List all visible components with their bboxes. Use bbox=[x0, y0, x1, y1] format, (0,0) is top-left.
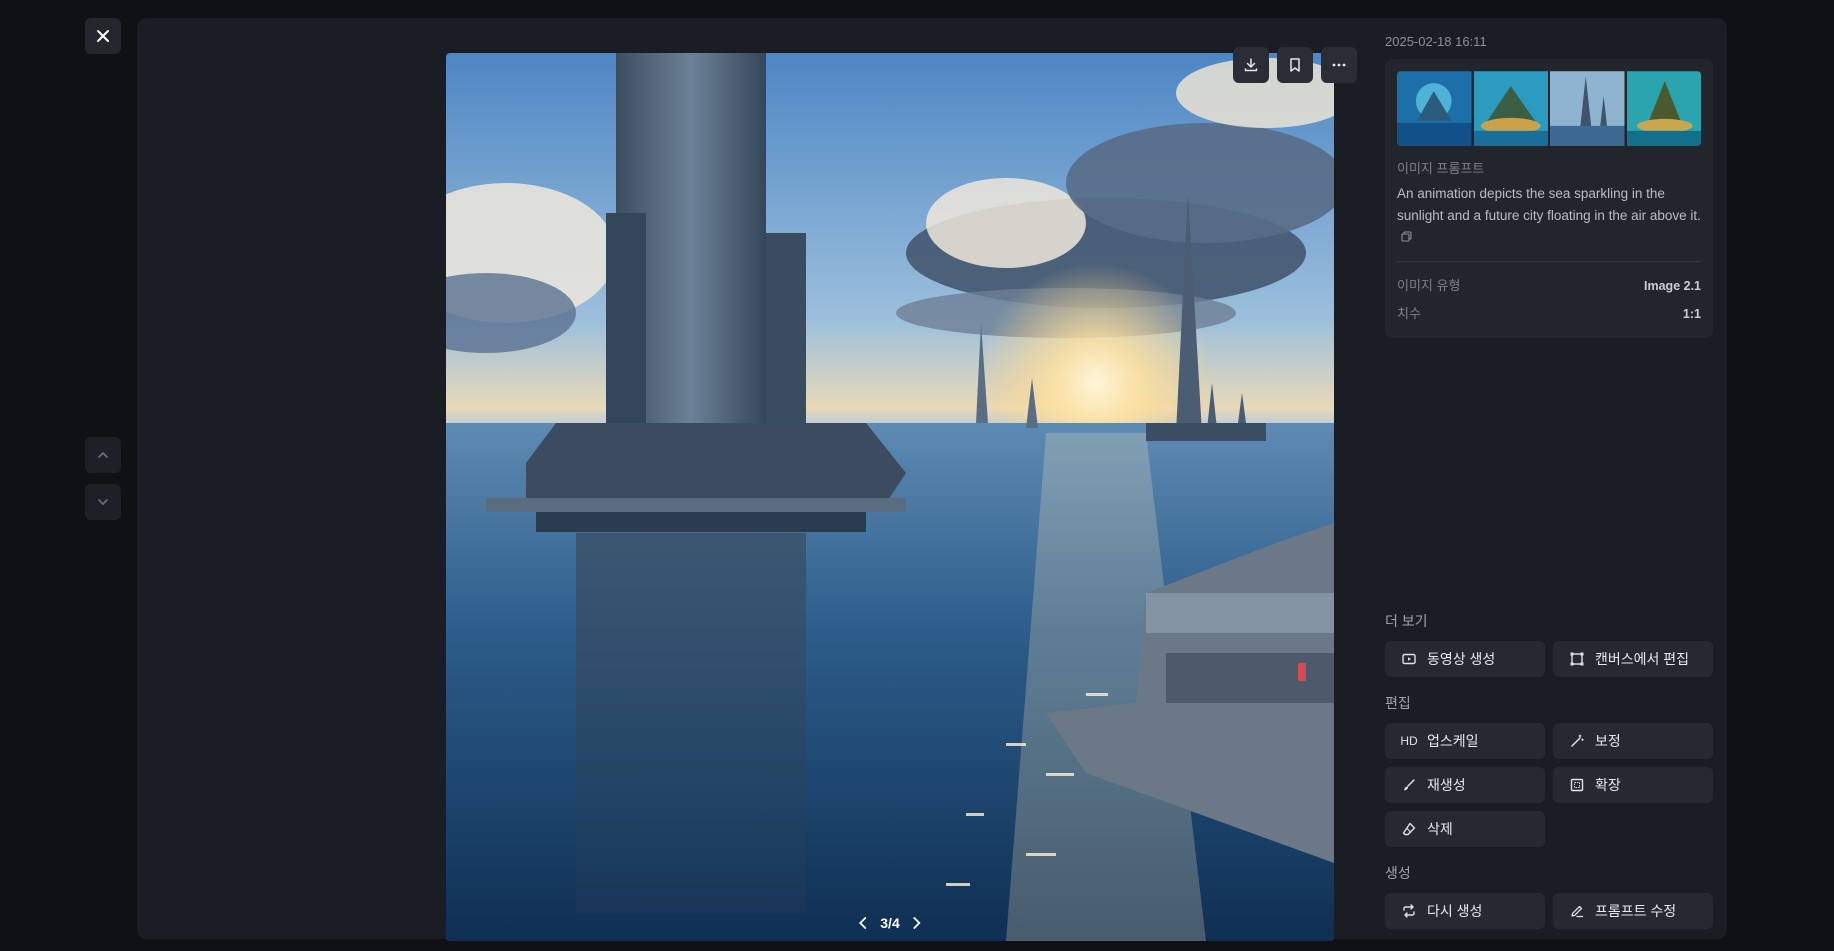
generated-image-artwork bbox=[446, 53, 1334, 941]
erase-label: 삭제 bbox=[1427, 821, 1453, 837]
upscale-button[interactable]: HD 업스케일 bbox=[1385, 723, 1545, 759]
thumbnail-2[interactable] bbox=[1473, 71, 1549, 146]
download-icon bbox=[1244, 58, 1258, 72]
regenerate-label: 다시 생성 bbox=[1427, 903, 1483, 919]
previous-image-button[interactable] bbox=[85, 437, 121, 473]
expand-button[interactable]: 확장 bbox=[1553, 767, 1713, 803]
edit-in-canvas-button[interactable]: 캔버스에서 편집 bbox=[1553, 641, 1713, 677]
retouch-label: 보정 bbox=[1595, 733, 1621, 749]
magic-wand-icon bbox=[1569, 733, 1585, 749]
section-title-generate: 생성 bbox=[1385, 865, 1411, 881]
close-icon bbox=[97, 30, 109, 42]
meta-row-type: 이미지 유형 Image 2.1 bbox=[1397, 272, 1701, 300]
chevron-left-icon bbox=[858, 917, 867, 929]
pager-prev-button[interactable] bbox=[858, 916, 868, 930]
meta-value: 1:1 bbox=[1682, 307, 1701, 322]
thumbnail-1[interactable] bbox=[1397, 71, 1472, 146]
meta-key: 치수 bbox=[1397, 306, 1421, 322]
meta-value: Image 2.1 bbox=[1644, 279, 1701, 294]
image-toolbar bbox=[1233, 47, 1357, 83]
edit-actions: HD 업스케일 보정 재생성 확장 삭제 bbox=[1385, 723, 1713, 847]
copy-icon bbox=[1401, 231, 1412, 242]
erase-button[interactable]: 삭제 bbox=[1385, 811, 1545, 847]
section-title-edit: 편집 bbox=[1385, 695, 1411, 711]
info-sidebar: 2025-02-18 16:11 이미지 프롬프트 An animation d… bbox=[1385, 34, 1713, 339]
divider bbox=[1397, 261, 1701, 263]
next-image-button[interactable] bbox=[85, 484, 121, 520]
regenerate-region-button[interactable]: 재생성 bbox=[1385, 767, 1545, 803]
canvas-edit-icon bbox=[1569, 651, 1585, 667]
edit-in-canvas-label: 캔버스에서 편집 bbox=[1595, 651, 1690, 667]
generate-actions: 다시 생성 프롬프트 수정 bbox=[1385, 893, 1713, 929]
generate-video-button[interactable]: 동영상 생성 bbox=[1385, 641, 1545, 677]
video-generate-icon bbox=[1401, 651, 1417, 667]
thumbnail-strip bbox=[1397, 71, 1701, 146]
prompt-text-content: An animation depicts the sea sparkling i… bbox=[1397, 186, 1701, 223]
section-title-more: 더 보기 bbox=[1385, 613, 1428, 629]
thumbnail-3[interactable] bbox=[1550, 71, 1625, 146]
eraser-icon bbox=[1401, 821, 1417, 837]
brush-icon bbox=[1401, 777, 1417, 793]
edit-prompt-label: 프롬프트 수정 bbox=[1595, 903, 1677, 919]
more-options-button[interactable] bbox=[1321, 47, 1357, 83]
copy-prompt-button[interactable] bbox=[1401, 227, 1412, 249]
retouch-button[interactable]: 보정 bbox=[1553, 723, 1713, 759]
action-panel: 더 보기 동영상 생성 캔버스에서 편집 편집 HD 업스케일 보정 재생성 확… bbox=[1385, 611, 1713, 945]
image-pager: 3/4 bbox=[858, 915, 922, 931]
expand-icon bbox=[1569, 777, 1585, 793]
chevron-up-icon bbox=[98, 451, 108, 458]
prompt-text: An animation depicts the sea sparkling i… bbox=[1397, 183, 1701, 249]
more-actions: 동영상 생성 캔버스에서 편집 bbox=[1385, 641, 1713, 677]
ellipsis-icon bbox=[1332, 63, 1346, 67]
chevron-down-icon bbox=[98, 499, 108, 506]
edit-prompt-button[interactable]: 프롬프트 수정 bbox=[1553, 893, 1713, 929]
pencil-icon bbox=[1569, 903, 1585, 919]
prompt-card: 이미지 프롬프트 An animation depicts the sea sp… bbox=[1385, 59, 1713, 339]
prompt-label: 이미지 프롬프트 bbox=[1397, 161, 1485, 176]
repeat-icon bbox=[1401, 903, 1417, 919]
meta-key: 이미지 유형 bbox=[1397, 278, 1461, 294]
main-image: 3/4 bbox=[446, 53, 1334, 941]
pager-next-button[interactable] bbox=[912, 916, 922, 930]
pager-count: 3/4 bbox=[880, 915, 900, 931]
bookmark-icon bbox=[1290, 58, 1300, 72]
regenerate-region-label: 재생성 bbox=[1427, 777, 1466, 793]
meta-row-dimension: 치수 1:1 bbox=[1397, 300, 1701, 328]
expand-label: 확장 bbox=[1595, 777, 1621, 793]
created-timestamp: 2025-02-18 16:11 bbox=[1385, 34, 1487, 49]
thumbnail-4[interactable] bbox=[1626, 71, 1702, 146]
generate-video-label: 동영상 생성 bbox=[1427, 651, 1496, 667]
hd-icon: HD bbox=[1400, 734, 1418, 748]
bookmark-button[interactable] bbox=[1277, 47, 1313, 83]
download-button[interactable] bbox=[1233, 47, 1269, 83]
upscale-label: 업스케일 bbox=[1427, 733, 1479, 749]
regenerate-button[interactable]: 다시 생성 bbox=[1385, 893, 1545, 929]
chevron-right-icon bbox=[913, 917, 922, 929]
close-button[interactable] bbox=[85, 18, 121, 54]
